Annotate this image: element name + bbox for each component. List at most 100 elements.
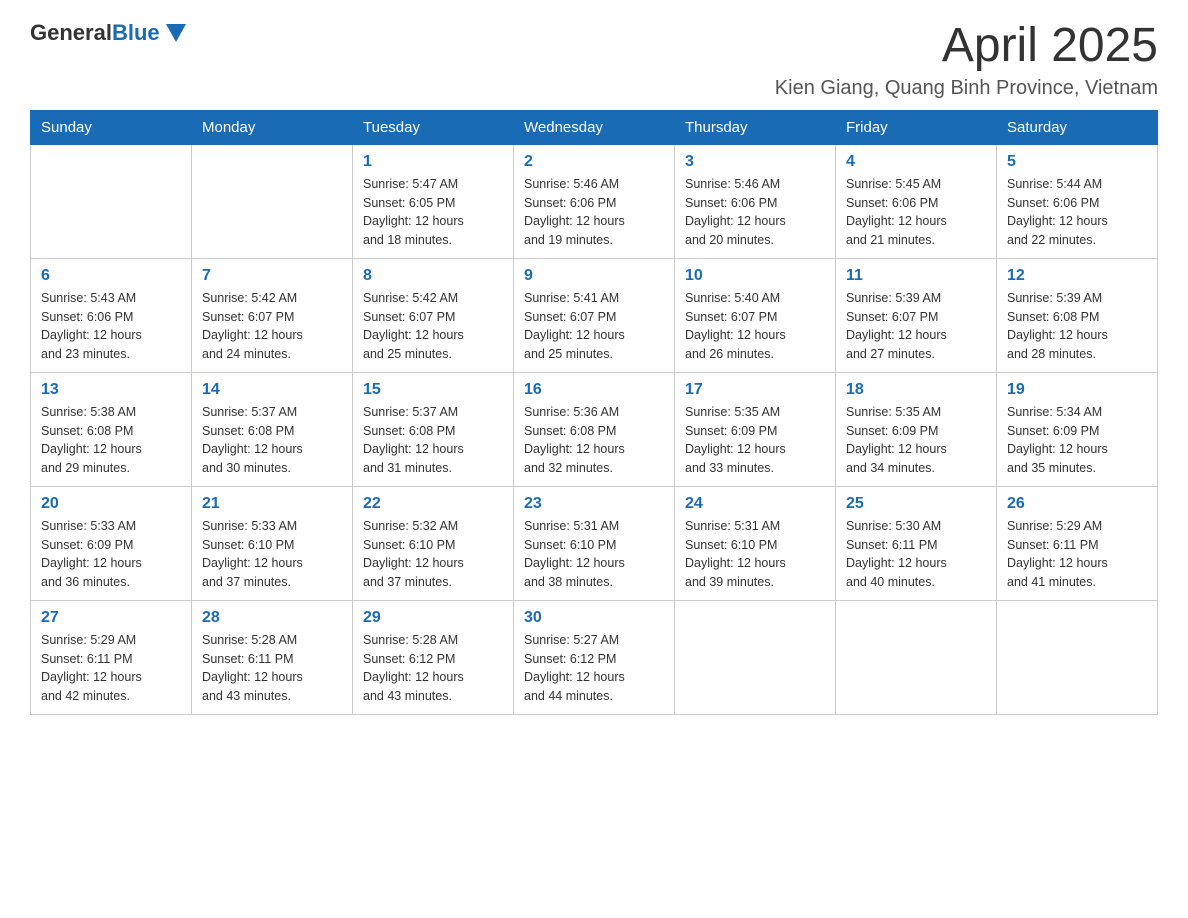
day-number: 5 bbox=[1007, 153, 1147, 171]
day-info: Sunrise: 5:37 AM Sunset: 6:08 PM Dayligh… bbox=[363, 403, 503, 478]
day-info: Sunrise: 5:35 AM Sunset: 6:09 PM Dayligh… bbox=[846, 403, 986, 478]
calendar-cell bbox=[31, 144, 192, 258]
day-info: Sunrise: 5:42 AM Sunset: 6:07 PM Dayligh… bbox=[202, 289, 342, 364]
day-number: 9 bbox=[524, 267, 664, 285]
calendar-cell: 21 Sunrise: 5:33 AM Sunset: 6:10 PM Dayli… bbox=[192, 486, 353, 600]
calendar-cell: 16Sunrise: 5:36 AM Sunset: 6:08 PM Dayli… bbox=[514, 372, 675, 486]
day-number: 27 bbox=[41, 609, 181, 627]
logo: GeneralBlue bbox=[30, 20, 186, 46]
weekday-header-tuesday: Tuesday bbox=[353, 110, 514, 144]
calendar-cell: 22Sunrise: 5:32 AM Sunset: 6:10 PM Dayli… bbox=[353, 486, 514, 600]
day-info: Sunrise: 5:45 AM Sunset: 6:06 PM Dayligh… bbox=[846, 175, 986, 250]
week-row-2: 6 Sunrise: 5:43 AM Sunset: 6:06 PM Daylig… bbox=[31, 258, 1158, 372]
calendar-cell: 29 Sunrise: 5:28 AM Sunset: 6:12 PM Dayli… bbox=[353, 600, 514, 714]
calendar-cell: 19Sunrise: 5:34 AM Sunset: 6:09 PM Dayli… bbox=[997, 372, 1158, 486]
day-info: Sunrise: 5:29 AM Sunset: 6:11 PM Dayligh… bbox=[41, 631, 181, 706]
day-number: 26 bbox=[1007, 495, 1147, 513]
day-info: Sunrise: 5:43 AM Sunset: 6:06 PM Dayligh… bbox=[41, 289, 181, 364]
day-number: 17 bbox=[685, 381, 825, 399]
calendar-cell: 6 Sunrise: 5:43 AM Sunset: 6:06 PM Daylig… bbox=[31, 258, 192, 372]
day-number: 12 bbox=[1007, 267, 1147, 285]
day-info: Sunrise: 5:39 AM Sunset: 6:08 PM Dayligh… bbox=[1007, 289, 1147, 364]
calendar-cell: 12 Sunrise: 5:39 AM Sunset: 6:08 PM Dayli… bbox=[997, 258, 1158, 372]
logo-blue: Blue bbox=[112, 20, 160, 45]
day-info: Sunrise: 5:30 AM Sunset: 6:11 PM Dayligh… bbox=[846, 517, 986, 592]
day-number: 8 bbox=[363, 267, 503, 285]
day-number: 23 bbox=[524, 495, 664, 513]
day-number: 15 bbox=[363, 381, 503, 399]
day-number: 7 bbox=[202, 267, 342, 285]
title-block: April 2025 Kien Giang, Quang Binh Provin… bbox=[775, 20, 1158, 100]
day-number: 25 bbox=[846, 495, 986, 513]
day-info: Sunrise: 5:31 AM Sunset: 6:10 PM Dayligh… bbox=[524, 517, 664, 592]
calendar-cell: 8 Sunrise: 5:42 AM Sunset: 6:07 PM Daylig… bbox=[353, 258, 514, 372]
month-year-title: April 2025 bbox=[775, 20, 1158, 73]
logo-triangle-icon bbox=[166, 24, 186, 42]
day-info: Sunrise: 5:36 AM Sunset: 6:08 PM Dayligh… bbox=[524, 403, 664, 478]
calendar-cell: 3 Sunrise: 5:46 AM Sunset: 6:06 PM Daylig… bbox=[675, 144, 836, 258]
day-number: 28 bbox=[202, 609, 342, 627]
page-header: GeneralBlue April 2025 Kien Giang, Quang… bbox=[30, 20, 1158, 100]
day-number: 3 bbox=[685, 153, 825, 171]
calendar-cell bbox=[997, 600, 1158, 714]
day-info: Sunrise: 5:33 AM Sunset: 6:09 PM Dayligh… bbox=[41, 517, 181, 592]
calendar-cell: 30Sunrise: 5:27 AM Sunset: 6:12 PM Dayli… bbox=[514, 600, 675, 714]
day-number: 13 bbox=[41, 381, 181, 399]
day-info: Sunrise: 5:40 AM Sunset: 6:07 PM Dayligh… bbox=[685, 289, 825, 364]
day-number: 10 bbox=[685, 267, 825, 285]
day-info: Sunrise: 5:28 AM Sunset: 6:11 PM Dayligh… bbox=[202, 631, 342, 706]
calendar-cell: 5 Sunrise: 5:44 AM Sunset: 6:06 PM Daylig… bbox=[997, 144, 1158, 258]
day-info: Sunrise: 5:38 AM Sunset: 6:08 PM Dayligh… bbox=[41, 403, 181, 478]
calendar-cell: 2Sunrise: 5:46 AM Sunset: 6:06 PM Daylig… bbox=[514, 144, 675, 258]
day-info: Sunrise: 5:33 AM Sunset: 6:10 PM Dayligh… bbox=[202, 517, 342, 592]
day-number: 11 bbox=[846, 267, 986, 285]
day-number: 30 bbox=[524, 609, 664, 627]
calendar-cell: 9 Sunrise: 5:41 AM Sunset: 6:07 PM Daylig… bbox=[514, 258, 675, 372]
day-number: 24 bbox=[685, 495, 825, 513]
weekday-header-monday: Monday bbox=[192, 110, 353, 144]
calendar-cell: 25 Sunrise: 5:30 AM Sunset: 6:11 PM Dayli… bbox=[836, 486, 997, 600]
day-info: Sunrise: 5:28 AM Sunset: 6:12 PM Dayligh… bbox=[363, 631, 503, 706]
day-number: 6 bbox=[41, 267, 181, 285]
day-info: Sunrise: 5:29 AM Sunset: 6:11 PM Dayligh… bbox=[1007, 517, 1147, 592]
day-info: Sunrise: 5:46 AM Sunset: 6:06 PM Dayligh… bbox=[685, 175, 825, 250]
day-number: 22 bbox=[363, 495, 503, 513]
day-info: Sunrise: 5:42 AM Sunset: 6:07 PM Dayligh… bbox=[363, 289, 503, 364]
calendar-cell: 14 Sunrise: 5:37 AM Sunset: 6:08 PM Dayli… bbox=[192, 372, 353, 486]
day-info: Sunrise: 5:41 AM Sunset: 6:07 PM Dayligh… bbox=[524, 289, 664, 364]
calendar-cell bbox=[836, 600, 997, 714]
day-info: Sunrise: 5:39 AM Sunset: 6:07 PM Dayligh… bbox=[846, 289, 986, 364]
day-info: Sunrise: 5:37 AM Sunset: 6:08 PM Dayligh… bbox=[202, 403, 342, 478]
calendar-cell: 15 Sunrise: 5:37 AM Sunset: 6:08 PM Dayli… bbox=[353, 372, 514, 486]
calendar-table: SundayMondayTuesdayWednesdayThursdayFrid… bbox=[30, 110, 1158, 715]
day-info: Sunrise: 5:46 AM Sunset: 6:06 PM Dayligh… bbox=[524, 175, 664, 250]
weekday-header-wednesday: Wednesday bbox=[514, 110, 675, 144]
weekday-header-friday: Friday bbox=[836, 110, 997, 144]
calendar-cell: 1Sunrise: 5:47 AM Sunset: 6:05 PM Daylig… bbox=[353, 144, 514, 258]
calendar-cell: 13 Sunrise: 5:38 AM Sunset: 6:08 PM Dayli… bbox=[31, 372, 192, 486]
day-number: 20 bbox=[41, 495, 181, 513]
logo-text: GeneralBlue bbox=[30, 20, 160, 46]
day-info: Sunrise: 5:47 AM Sunset: 6:05 PM Dayligh… bbox=[363, 175, 503, 250]
day-number: 4 bbox=[846, 153, 986, 171]
calendar-cell bbox=[675, 600, 836, 714]
day-info: Sunrise: 5:31 AM Sunset: 6:10 PM Dayligh… bbox=[685, 517, 825, 592]
calendar-cell: 27 Sunrise: 5:29 AM Sunset: 6:11 PM Dayli… bbox=[31, 600, 192, 714]
calendar-cell: 23 Sunrise: 5:31 AM Sunset: 6:10 PM Dayli… bbox=[514, 486, 675, 600]
day-number: 18 bbox=[846, 381, 986, 399]
weekday-header-thursday: Thursday bbox=[675, 110, 836, 144]
week-row-3: 13 Sunrise: 5:38 AM Sunset: 6:08 PM Dayli… bbox=[31, 372, 1158, 486]
calendar-cell: 24 Sunrise: 5:31 AM Sunset: 6:10 PM Dayli… bbox=[675, 486, 836, 600]
day-info: Sunrise: 5:35 AM Sunset: 6:09 PM Dayligh… bbox=[685, 403, 825, 478]
weekday-header-sunday: Sunday bbox=[31, 110, 192, 144]
day-info: Sunrise: 5:44 AM Sunset: 6:06 PM Dayligh… bbox=[1007, 175, 1147, 250]
calendar-cell bbox=[192, 144, 353, 258]
day-number: 21 bbox=[202, 495, 342, 513]
week-row-4: 20 Sunrise: 5:33 AM Sunset: 6:09 PM Dayli… bbox=[31, 486, 1158, 600]
day-info: Sunrise: 5:34 AM Sunset: 6:09 PM Dayligh… bbox=[1007, 403, 1147, 478]
day-number: 14 bbox=[202, 381, 342, 399]
day-number: 29 bbox=[363, 609, 503, 627]
calendar-cell: 10 Sunrise: 5:40 AM Sunset: 6:07 PM Dayli… bbox=[675, 258, 836, 372]
calendar-cell: 4 Sunrise: 5:45 AM Sunset: 6:06 PM Daylig… bbox=[836, 144, 997, 258]
logo-general: General bbox=[30, 20, 112, 45]
